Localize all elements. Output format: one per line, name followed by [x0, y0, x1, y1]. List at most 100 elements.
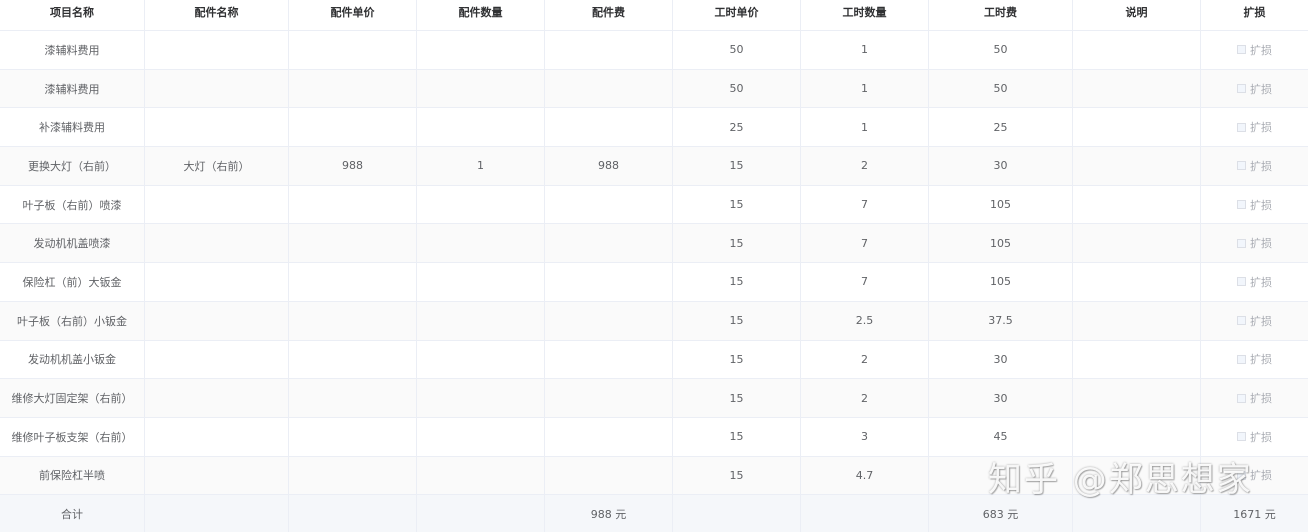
cell-expand-loss: 扩损	[1201, 457, 1308, 495]
expand-loss-checkbox[interactable]: 扩损	[1237, 351, 1272, 367]
cell-part-price	[289, 224, 417, 263]
expand-loss-checkbox[interactable]: 扩损	[1237, 197, 1272, 213]
cell-part-qty	[417, 340, 545, 379]
checkbox-label: 扩损	[1250, 121, 1272, 135]
cell-note	[1073, 108, 1201, 147]
expand-loss-checkbox[interactable]: 扩损	[1237, 467, 1272, 483]
checkbox-label: 扩损	[1250, 314, 1272, 328]
cell-part-fee	[545, 263, 673, 301]
cell-labor-price: 15	[673, 224, 801, 263]
table-row: 维修叶子板支架（右前） 15 3 45 扩损	[0, 417, 1308, 457]
cell-labor-qty: 1	[801, 108, 929, 147]
cell-part-qty	[417, 301, 545, 340]
cell-labor-price: 15	[673, 379, 801, 417]
cell-part-fee	[545, 301, 673, 340]
checkbox-box-icon[interactable]	[1237, 45, 1246, 55]
cell-expand-loss: 扩损	[1201, 31, 1308, 69]
expand-loss-checkbox[interactable]: 扩损	[1237, 429, 1272, 445]
cell-labor-qty: 7	[801, 224, 929, 263]
table-row: 前保险杠半喷 15 4.7 扩损	[0, 456, 1308, 496]
cell-note	[1073, 301, 1201, 340]
checkbox-box-icon[interactable]	[1237, 277, 1246, 287]
cell-part-fee	[545, 31, 673, 69]
checkbox-box-icon[interactable]	[1237, 432, 1246, 442]
cell-part-fee: 988	[545, 147, 673, 185]
expand-loss-checkbox[interactable]: 扩损	[1237, 274, 1272, 290]
cell-labor-price: 15	[673, 301, 801, 340]
cell-part-price	[289, 108, 417, 147]
table-row: 漆辅料费用 50 1 50 扩损	[0, 31, 1308, 70]
cell-part-name	[145, 224, 289, 263]
table-footer: 合计 988 元 683 元 1671 元	[0, 495, 1308, 532]
cell-part-fee	[545, 417, 673, 456]
cell-part-fee	[545, 185, 673, 224]
table-row: 发动机机盖喷漆 15 7 105 扩损	[0, 224, 1308, 264]
header-part-qty: 配件数量	[417, 0, 545, 30]
checkbox-box-icon[interactable]	[1237, 84, 1246, 94]
cell-labor-qty: 4.7	[801, 456, 929, 495]
checkbox-box-icon[interactable]	[1237, 316, 1246, 326]
cell-labor-fee: 30	[929, 379, 1073, 417]
expand-loss-checkbox[interactable]: 扩损	[1237, 81, 1272, 97]
cell-item-name: 保险杠（前）大钣金	[0, 263, 145, 301]
cell-item-name: 前保险杠半喷	[0, 456, 145, 495]
cell-labor-price: 50	[673, 69, 801, 108]
cell-item-name: 叶子板（右前）喷漆	[0, 185, 145, 224]
expand-loss-checkbox[interactable]: 扩损	[1237, 42, 1272, 58]
cell-note	[1073, 340, 1201, 379]
cell-labor-fee: 105	[929, 185, 1073, 224]
cell-expand-loss: 扩损	[1201, 302, 1308, 340]
cell-part-name	[145, 456, 289, 495]
cell-part-fee	[545, 340, 673, 379]
checkbox-label: 扩损	[1250, 392, 1272, 406]
checkbox-box-icon[interactable]	[1237, 470, 1246, 480]
checkbox-box-icon[interactable]	[1237, 354, 1246, 364]
checkbox-box-icon[interactable]	[1237, 200, 1246, 210]
cell-item-name: 更换大灯（右前）	[0, 147, 145, 185]
table-row: 维修大灯固定架（右前） 15 2 30 扩损	[0, 379, 1308, 418]
cell-part-price	[289, 263, 417, 301]
table-row: 漆辅料费用 50 1 50 扩损	[0, 69, 1308, 109]
expand-loss-checkbox[interactable]: 扩损	[1237, 158, 1272, 174]
cell-part-qty	[417, 31, 545, 69]
footer-grand-total: 1671 元	[1233, 507, 1276, 521]
table-body: 漆辅料费用 50 1 50 扩损 漆辅料费用 50 1 50 扩损 补漆辅料费用 25 1 25 扩损 更换大…	[0, 31, 1308, 496]
cell-labor-fee: 30	[929, 147, 1073, 185]
cell-expand-loss: 扩损	[1201, 263, 1308, 301]
expand-loss-checkbox[interactable]: 扩损	[1237, 313, 1272, 329]
expand-loss-checkbox[interactable]: 扩损	[1237, 119, 1272, 135]
cell-part-fee	[545, 69, 673, 108]
cell-labor-price: 15	[673, 147, 801, 185]
cell-labor-fee: 105	[929, 263, 1073, 301]
checkbox-label: 扩损	[1250, 237, 1272, 251]
checkbox-box-icon[interactable]	[1237, 161, 1246, 171]
checkbox-box-icon[interactable]	[1237, 238, 1246, 248]
cell-part-qty	[417, 263, 545, 301]
cell-part-price: 988	[289, 147, 417, 185]
expand-loss-checkbox[interactable]: 扩损	[1237, 390, 1272, 406]
table-row: 更换大灯（右前） 大灯（右前） 988 1 988 15 2 30 扩损	[0, 147, 1308, 186]
checkbox-label: 扩损	[1250, 198, 1272, 212]
header-note: 说明	[1073, 0, 1201, 30]
cell-part-price	[289, 185, 417, 224]
cell-note	[1073, 31, 1201, 69]
cell-labor-qty: 2	[801, 340, 929, 379]
cell-item-name: 发动机机盖小钣金	[0, 340, 145, 379]
expand-loss-checkbox[interactable]: 扩损	[1237, 235, 1272, 251]
checkbox-label: 扩损	[1250, 353, 1272, 367]
repair-items-table: 项目名称 配件名称 配件单价 配件数量 配件费 工时单价 工时数量 工时费 说明…	[0, 0, 1308, 532]
cell-labor-price: 15	[673, 185, 801, 224]
cell-labor-qty: 2.5	[801, 301, 929, 340]
checkbox-box-icon[interactable]	[1237, 122, 1246, 132]
cell-part-price	[289, 69, 417, 108]
footer-empty	[1073, 495, 1201, 532]
cell-part-name	[145, 417, 289, 456]
footer-empty	[289, 495, 417, 532]
cell-part-fee	[545, 456, 673, 495]
cell-labor-qty: 1	[801, 69, 929, 108]
header-expand-loss: 扩损	[1243, 6, 1266, 19]
cell-expand-loss: 扩损	[1201, 341, 1308, 379]
cell-part-price	[289, 31, 417, 69]
checkbox-box-icon[interactable]	[1237, 393, 1246, 403]
cell-part-qty	[417, 108, 545, 147]
